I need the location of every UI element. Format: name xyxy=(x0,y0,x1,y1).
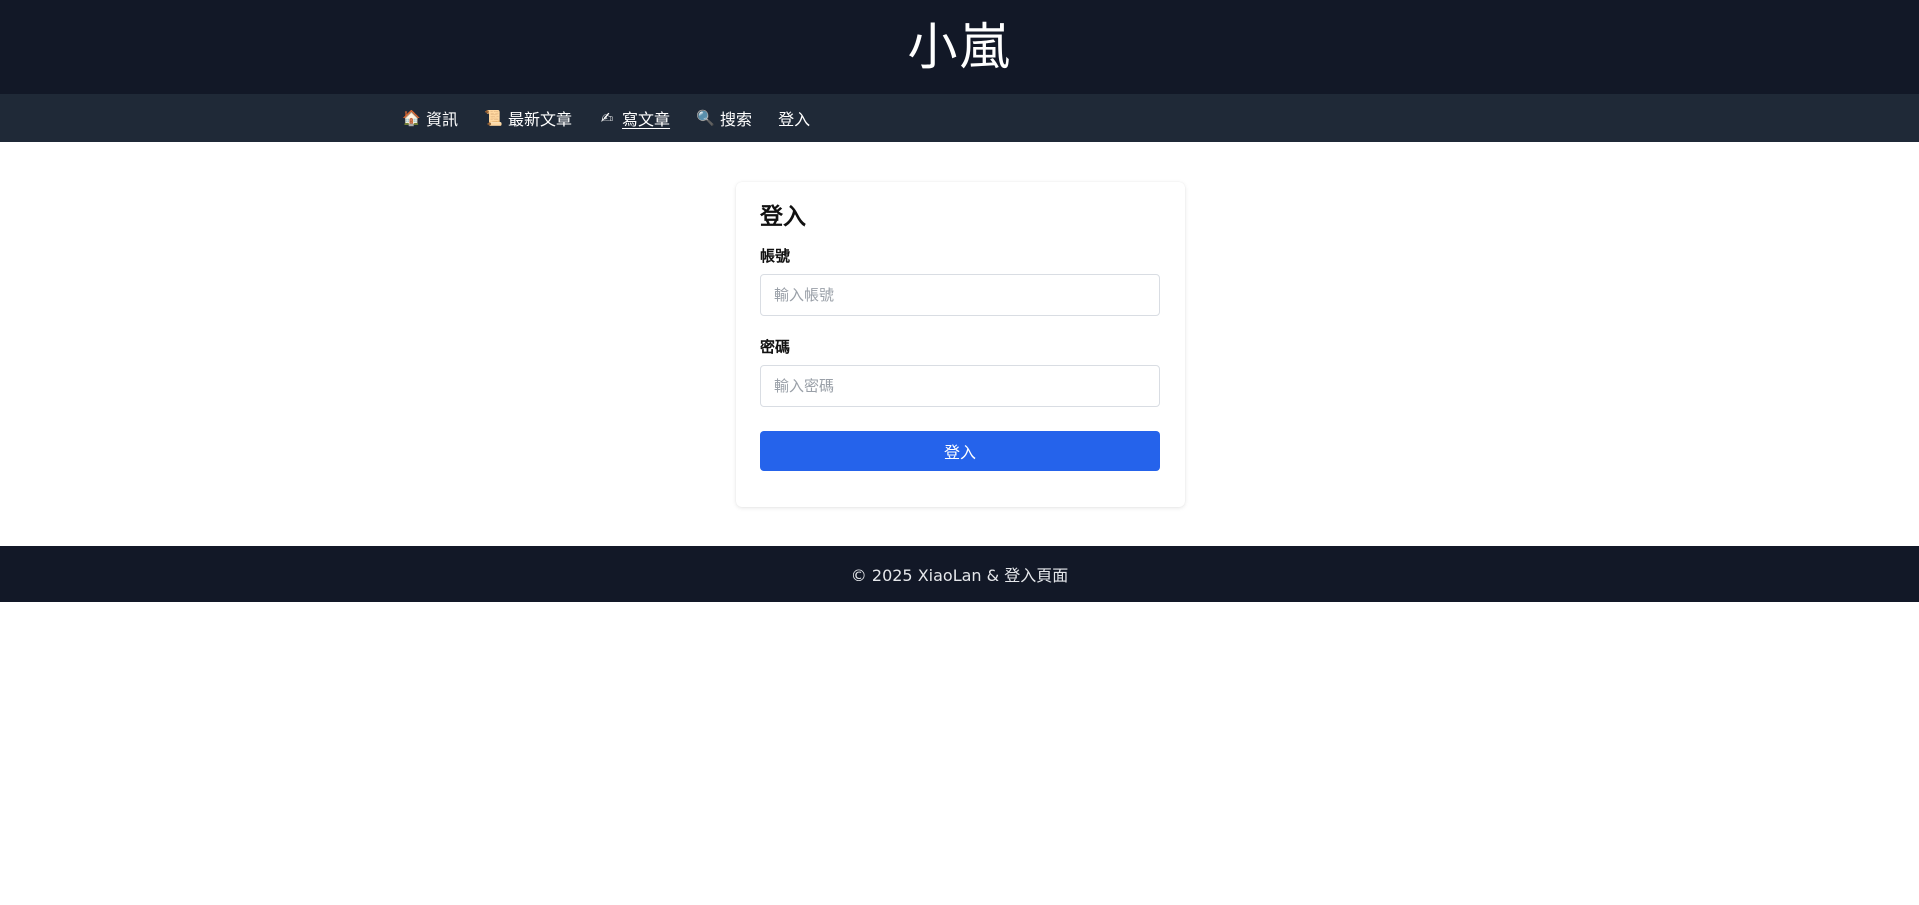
username-input[interactable] xyxy=(760,274,1160,316)
nav-item-label: 資訊 xyxy=(426,110,459,129)
site-footer: © 2025 XiaoLan & 登入頁面 xyxy=(0,546,1919,602)
site-header: 小嵐 xyxy=(0,0,1919,94)
scroll-icon: 📜 xyxy=(484,108,503,127)
house-icon: 🏠 xyxy=(402,108,421,127)
password-label: 密碼 xyxy=(760,338,791,356)
main-nav: 🏠 資訊 📜 最新文章 ✍ 寫文章 🔍 搜索 登入 xyxy=(0,94,1919,142)
password-input[interactable] xyxy=(760,365,1160,407)
nav-item-search[interactable]: 🔍 搜索 xyxy=(696,106,752,130)
magnifier-icon: 🔍 xyxy=(696,108,715,127)
username-group: 帳號 xyxy=(760,249,1161,316)
nav-item-latest-posts[interactable]: 📜 最新文章 xyxy=(484,106,572,130)
footer-copyright: © 2025 XiaoLan & 登入頁面 xyxy=(850,566,1069,585)
nav-item-write-post[interactable]: ✍ 寫文章 xyxy=(598,106,670,130)
main-content: 登入 帳號 密碼 登入 xyxy=(0,142,1919,546)
login-button[interactable]: 登入 xyxy=(760,431,1160,471)
nav-item-label: 登入 xyxy=(778,110,811,129)
login-card: 登入 帳號 密碼 登入 xyxy=(736,182,1185,507)
nav-item-label: 寫文章 xyxy=(622,110,671,129)
nav-links: 🏠 資訊 📜 最新文章 ✍ 寫文章 🔍 搜索 登入 xyxy=(402,106,810,130)
password-group: 密碼 xyxy=(760,340,1161,407)
writing-hand-icon: ✍ xyxy=(600,108,614,127)
site-title: 小嵐 xyxy=(907,18,1012,76)
login-title: 登入 xyxy=(760,204,806,230)
nav-item-label: 最新文章 xyxy=(508,110,573,129)
nav-item-login[interactable]: 登入 xyxy=(778,106,810,130)
username-label: 帳號 xyxy=(760,247,791,265)
nav-item-label: 搜索 xyxy=(720,110,753,129)
nav-item-info[interactable]: 🏠 資訊 xyxy=(402,106,458,130)
